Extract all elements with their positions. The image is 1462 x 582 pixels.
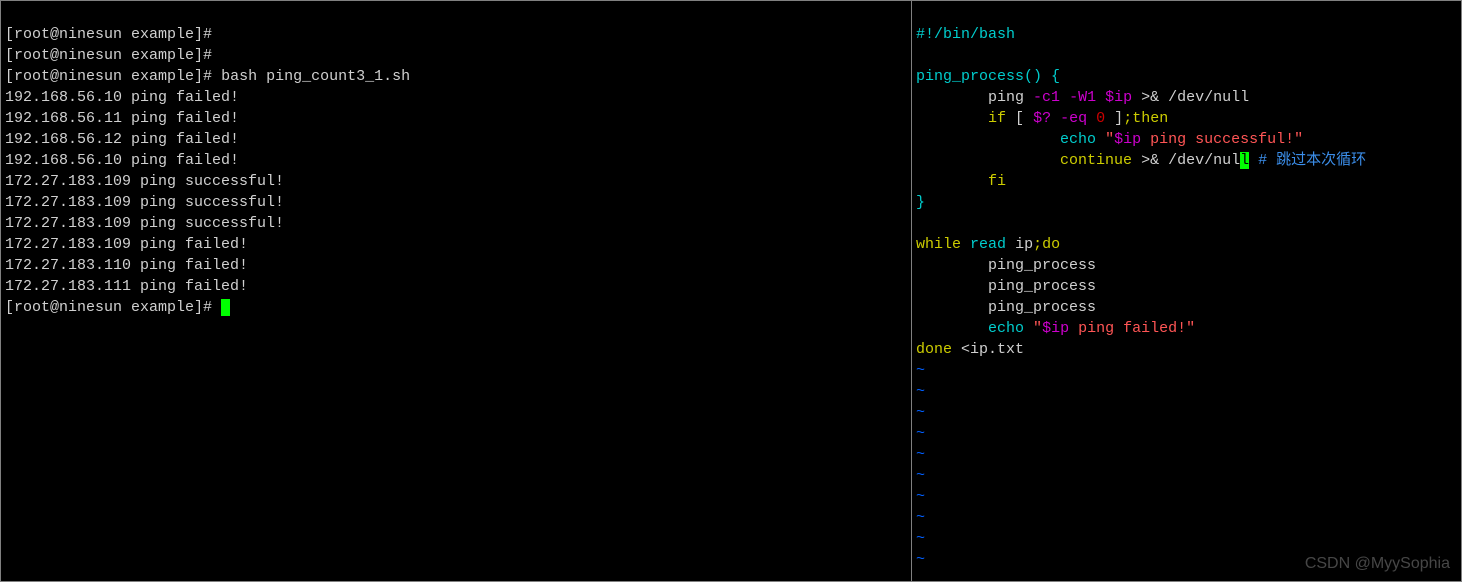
redir: >& bbox=[1141, 152, 1159, 169]
variable: $? bbox=[1033, 110, 1051, 127]
done-kw: done bbox=[916, 341, 952, 358]
comment: # 跳过本次循环 bbox=[1258, 152, 1366, 169]
fi-kw: fi bbox=[988, 173, 1006, 190]
editor-pane[interactable]: #!/bin/bash ping_process() { ping -c1 -W… bbox=[912, 0, 1462, 582]
number: 0 bbox=[1096, 110, 1105, 127]
func-call: ping_process bbox=[988, 278, 1096, 295]
ping-opt: -W1 bbox=[1069, 89, 1096, 106]
vim-tilde: ~ bbox=[916, 551, 925, 568]
shell-prompt: [root@ninesun example]# bbox=[5, 47, 212, 64]
output-line: 172.27.183.109 ping successful! bbox=[5, 215, 284, 232]
func-call: ping_process bbox=[988, 299, 1096, 316]
output-line: 172.27.183.109 ping successful! bbox=[5, 194, 284, 211]
quote: " bbox=[1105, 131, 1114, 148]
dev-null: /dev/null bbox=[1168, 89, 1249, 106]
quote: " bbox=[1033, 320, 1042, 337]
ping-cmd: ping bbox=[988, 89, 1024, 106]
output-line: 172.27.183.110 ping failed! bbox=[5, 257, 248, 274]
while-kw: while bbox=[916, 236, 961, 253]
output-line: 192.168.56.12 ping failed! bbox=[5, 131, 239, 148]
variable: $ip bbox=[1105, 89, 1132, 106]
variable: $ip bbox=[1042, 320, 1069, 337]
terminal-content: [root@ninesun example]# [root@ninesun ex… bbox=[5, 24, 907, 318]
vim-tilde: ~ bbox=[916, 488, 925, 505]
output-line: 192.168.56.10 ping failed! bbox=[5, 89, 239, 106]
quote: " bbox=[1294, 131, 1303, 148]
bracket: ] bbox=[1114, 110, 1123, 127]
redir: >& bbox=[1141, 89, 1159, 106]
brace-close: } bbox=[916, 194, 925, 211]
shell-prompt: [root@ninesun example]# bbox=[5, 26, 212, 43]
string: ping successful! bbox=[1141, 131, 1294, 148]
vim-tilde: ~ bbox=[916, 530, 925, 547]
vim-tilde: ~ bbox=[916, 404, 925, 421]
dev-null: /dev/nul bbox=[1168, 152, 1240, 169]
terminal-pane[interactable]: [root@ninesun example]# [root@ninesun ex… bbox=[0, 0, 912, 582]
echo-kw: echo bbox=[988, 320, 1024, 337]
vim-tilde: ~ bbox=[916, 362, 925, 379]
function-def: ping_process() { bbox=[916, 68, 1060, 85]
editor-cursor: l bbox=[1240, 152, 1249, 169]
string: ping failed! bbox=[1069, 320, 1186, 337]
do-kw: ;do bbox=[1033, 236, 1060, 253]
output-line: 172.27.183.109 ping failed! bbox=[5, 236, 248, 253]
terminal-cursor bbox=[221, 299, 230, 316]
output-line: 192.168.56.11 ping failed! bbox=[5, 110, 239, 127]
then-kw: ;then bbox=[1123, 110, 1168, 127]
shell-prompt: [root@ninesun example]# bbox=[5, 299, 212, 316]
read-kw: read bbox=[970, 236, 1006, 253]
filename: ip.txt bbox=[970, 341, 1024, 358]
shell-prompt: [root@ninesun example]# bbox=[5, 68, 212, 85]
output-line: 172.27.183.111 ping failed! bbox=[5, 278, 248, 295]
shebang-line: #!/bin/bash bbox=[916, 26, 1015, 43]
variable: ip bbox=[1015, 236, 1033, 253]
vim-tilde: ~ bbox=[916, 467, 925, 484]
variable: $ip bbox=[1114, 131, 1141, 148]
redir: < bbox=[961, 341, 970, 358]
output-line: 172.27.183.109 ping successful! bbox=[5, 173, 284, 190]
ping-opt: -c1 bbox=[1033, 89, 1060, 106]
output-line: 192.168.56.10 ping failed! bbox=[5, 152, 239, 169]
quote: " bbox=[1186, 320, 1195, 337]
vim-tilde: ~ bbox=[916, 446, 925, 463]
vim-tilde: ~ bbox=[916, 425, 925, 442]
vim-tilde: ~ bbox=[916, 509, 925, 526]
operator: -eq bbox=[1060, 110, 1087, 127]
continue-kw: continue bbox=[1060, 152, 1132, 169]
vim-tilde: ~ bbox=[916, 383, 925, 400]
func-call: ping_process bbox=[988, 257, 1096, 274]
if-kw: if bbox=[988, 110, 1006, 127]
bracket: [ bbox=[1015, 110, 1024, 127]
command-text: bash ping_count3_1.sh bbox=[221, 68, 410, 85]
editor-content: #!/bin/bash ping_process() { ping -c1 -W… bbox=[916, 24, 1457, 570]
echo-kw: echo bbox=[1060, 131, 1096, 148]
